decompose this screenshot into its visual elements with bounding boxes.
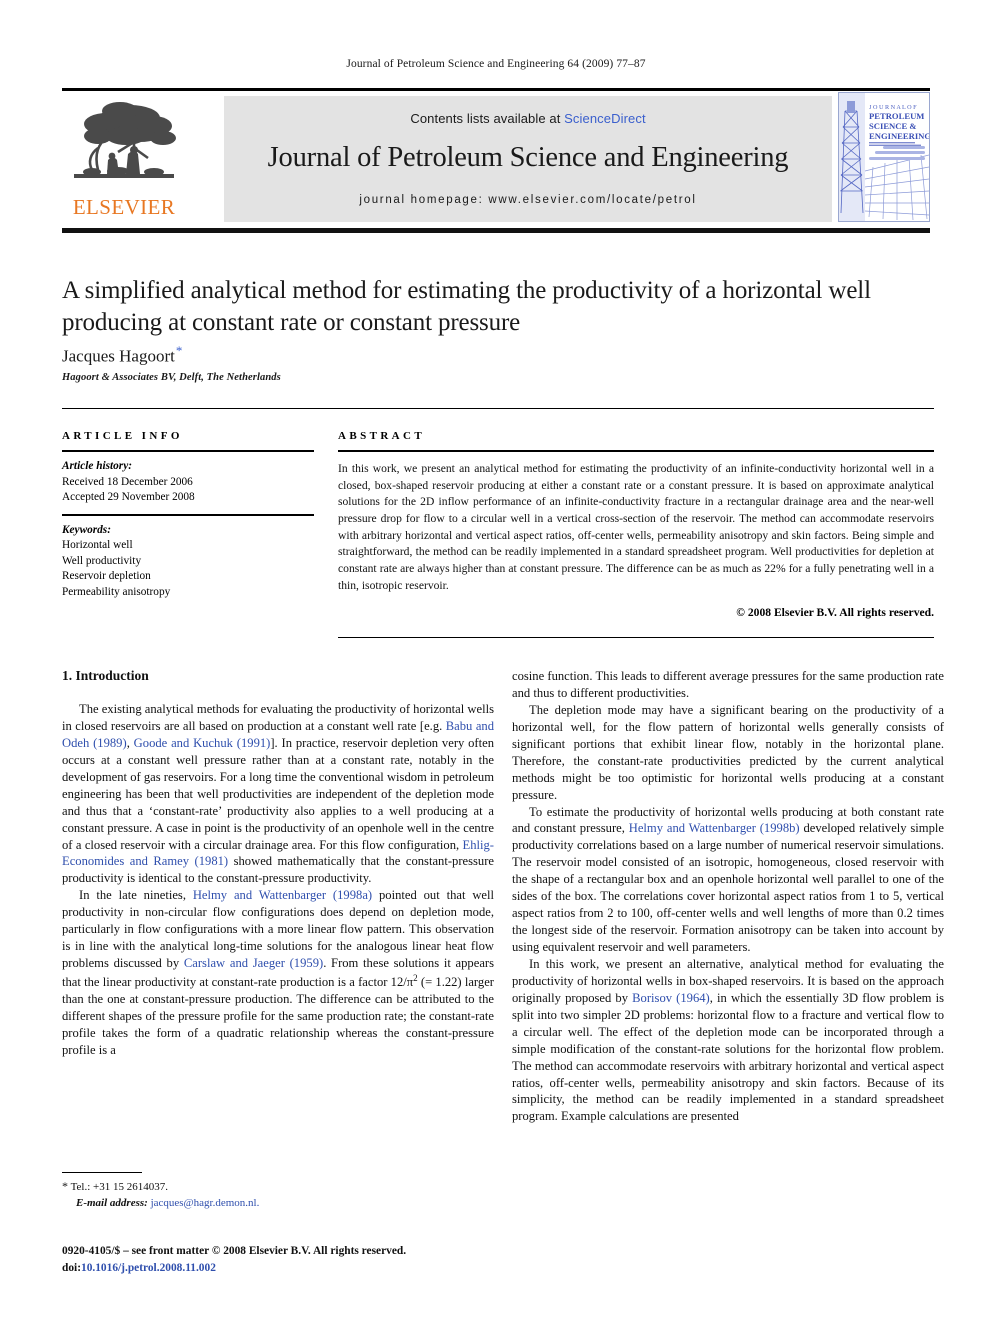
right-paragraphs: cosine function. This leads to different… xyxy=(512,668,944,1125)
article-history-block: Article history: Received 18 December 20… xyxy=(62,459,314,506)
abstract-bottom-divider xyxy=(338,637,934,638)
contents-available-text: Contents lists available at xyxy=(410,111,565,126)
footer-doi-line: doi:10.1016/j.petrol.2008.11.002 xyxy=(62,1260,622,1277)
sciencedirect-link[interactable]: ScienceDirect xyxy=(564,111,646,126)
citation-link[interactable]: Carslaw and Jaeger (1959) xyxy=(184,956,323,970)
journal-banner: Contents lists available at ScienceDirec… xyxy=(224,96,832,222)
footnote-email-line: E-mail address: jacques@hagr.demon.nl. xyxy=(62,1196,494,1212)
article-history-accepted: Accepted 29 November 2008 xyxy=(62,491,195,504)
body-paragraph: In this work, we present an alternative,… xyxy=(512,956,944,1125)
title-divider xyxy=(62,408,934,409)
citation-link[interactable]: Goode and Kuchuk (1991) xyxy=(134,736,271,750)
paragraph-text: The depletion mode may have a significan… xyxy=(512,702,944,802)
keyword-item: Well productivity xyxy=(62,554,142,567)
article-info-rule-1 xyxy=(62,450,314,452)
journal-homepage[interactable]: journal homepage: www.elsevier.com/locat… xyxy=(224,194,832,206)
journal-cover-art: J O U R N A L O F PETROLEUM SCIENCE & EN… xyxy=(839,93,929,221)
footnote-tel-line: * Tel.: +31 15 2614037. xyxy=(62,1178,494,1196)
abstract-copyright: © 2008 Elsevier B.V. All rights reserved… xyxy=(736,605,934,619)
doi-link[interactable]: 10.1016/j.petrol.2008.11.002 xyxy=(81,1262,216,1274)
keywords-heading: Keywords: xyxy=(62,523,111,536)
abstract-rule xyxy=(338,450,934,452)
svg-text:ENGINEERING: ENGINEERING xyxy=(869,131,929,141)
paragraph-text: In the late nineties, xyxy=(79,888,193,903)
svg-text:SCIENCE &: SCIENCE & xyxy=(869,121,917,131)
paper-page: Journal of Petroleum Science and Enginee… xyxy=(0,0,992,1323)
keyword-item: Reservoir depletion xyxy=(62,570,151,583)
abstract-label: ABSTRACT xyxy=(338,430,426,442)
footnote-email-label: E-mail address: xyxy=(76,1196,148,1209)
body-paragraph: cosine function. This leads to different… xyxy=(512,668,944,702)
paragraph-text: cosine function. This leads to different… xyxy=(512,669,944,700)
footnote-block: * Tel.: +31 15 2614037. E-mail address: … xyxy=(62,1178,494,1212)
body-paragraph: To estimate the productivity of horizont… xyxy=(512,804,944,956)
abstract-text: In this work, we present an analytical m… xyxy=(338,462,934,592)
body-column-right: cosine function. This leads to different… xyxy=(512,668,944,1125)
author-label: Jacques Hagoort xyxy=(62,346,175,366)
body-paragraph: The depletion mode may have a significan… xyxy=(512,702,944,804)
keyword-item: Horizontal well xyxy=(62,539,133,552)
svg-text:PETROLEUM: PETROLEUM xyxy=(869,111,924,121)
journal-masthead: ELSEVIER Contents lists available at Sci… xyxy=(62,88,930,233)
paragraph-text: , in which the essentially 3D flow probl… xyxy=(512,990,944,1124)
keywords-block: Keywords: Horizontal well Well productiv… xyxy=(62,523,314,601)
article-history-heading: Article history: xyxy=(62,460,132,472)
body-column-left: 1. Introduction The existing analytical … xyxy=(62,668,494,1059)
paragraph-text: The existing analytical methods for eval… xyxy=(62,702,494,733)
article-info-rule-2 xyxy=(62,513,314,516)
affiliation: Hagoort & Associates BV, Delft, The Neth… xyxy=(62,372,281,383)
article-info-label: ARTICLE INFO xyxy=(62,430,183,442)
contents-available-line: Contents lists available at ScienceDirec… xyxy=(224,96,832,126)
citation-link[interactable]: Borisov (1964) xyxy=(632,991,710,1005)
article-info-column: ARTICLE INFO Article history: Received 1… xyxy=(62,430,314,601)
masthead-bottom-rule xyxy=(62,228,930,233)
paragraph-text: , xyxy=(126,735,134,750)
elsevier-tree-icon xyxy=(74,102,176,178)
author-name: Jacques Hagoort* xyxy=(62,343,182,367)
corresponding-author-marker[interactable]: * xyxy=(175,343,183,358)
citation-link[interactable]: Helmy and Wattenbarger (1998a) xyxy=(193,888,372,902)
journal-title: Journal of Petroleum Science and Enginee… xyxy=(267,142,789,173)
svg-text:J O U R N A L O F: J O U R N A L O F xyxy=(869,104,917,111)
footnote-tel: Tel.: +31 15 2614037. xyxy=(70,1181,168,1193)
doi-label: doi: xyxy=(62,1261,81,1274)
footer-block: 0920-4105/$ – see front matter © 2008 El… xyxy=(62,1243,622,1276)
section-heading-introduction: 1. Introduction xyxy=(62,668,149,683)
footnote-divider xyxy=(62,1172,142,1173)
running-head: Journal of Petroleum Science and Enginee… xyxy=(346,58,646,70)
citation-link[interactable]: Helmy and Wattenbarger (1998b) xyxy=(629,821,800,835)
body-paragraph: In the late nineties, Helmy and Wattenba… xyxy=(62,887,494,1059)
elsevier-logo: ELSEVIER xyxy=(64,96,184,222)
masthead-top-rule xyxy=(62,88,930,91)
body-paragraph: The existing analytical methods for eval… xyxy=(62,701,494,887)
paragraph-text: developed relatively simple productivity… xyxy=(512,821,944,954)
page-title: A simplified analytical method for estim… xyxy=(62,277,871,336)
journal-cover-thumbnail: J O U R N A L O F PETROLEUM SCIENCE & EN… xyxy=(838,92,930,222)
abstract-column: ABSTRACT In this work, we present an ana… xyxy=(338,430,934,619)
footer-frontmatter: 0920-4105/$ – see front matter © 2008 El… xyxy=(62,1245,407,1257)
left-paragraphs: The existing analytical methods for eval… xyxy=(62,701,494,1059)
elsevier-wordmark: ELSEVIER xyxy=(72,195,176,219)
keyword-item: Permeability anisotropy xyxy=(62,586,171,599)
article-history-received: Received 18 December 2006 xyxy=(62,475,193,488)
paragraph-text: ]. In practice, reservoir depletion very… xyxy=(62,735,495,852)
footnote-email-link[interactable]: jacques@hagr.demon.nl. xyxy=(151,1197,260,1209)
footnote-marker: * xyxy=(62,1179,68,1193)
